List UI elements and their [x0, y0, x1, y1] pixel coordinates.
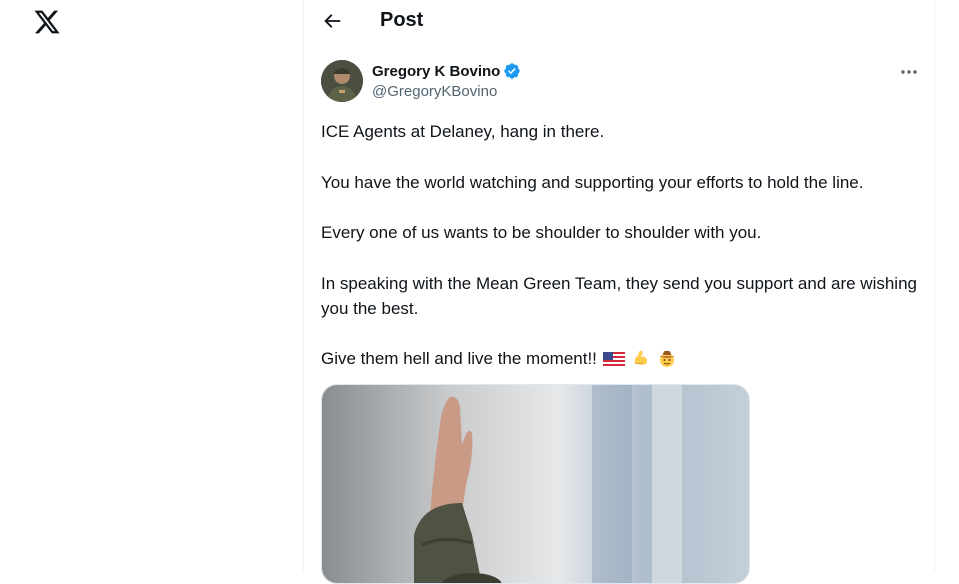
back-arrow-icon[interactable] — [321, 10, 343, 32]
tweet-last-paragraph: Give them hell and live the moment!! — [321, 346, 921, 371]
tweet-paragraph: Every one of us wants to be shoulder to … — [321, 223, 762, 242]
author-name-row: Gregory K Bovino — [372, 62, 521, 80]
tweet-paragraph: In speaking with the Mean Green Team, th… — [321, 273, 917, 318]
tweet-paragraph: Give them hell and live the moment!! — [321, 349, 597, 368]
tweet-paragraph: You have the world watching and supporti… — [321, 172, 864, 192]
page-title: Post — [380, 9, 424, 31]
author-handle[interactable]: @GregoryKBovino — [372, 83, 497, 100]
tweet-media-image[interactable] — [321, 384, 750, 584]
x-logo-icon[interactable] — [33, 8, 61, 36]
verified-badge-icon — [504, 63, 521, 79]
author-name[interactable]: Gregory K Bovino — [372, 63, 500, 80]
us-flag-icon — [602, 352, 625, 366]
flexed-biceps-icon — [634, 350, 647, 365]
post-column: Post Gregory K Bovino @GregoryKBovino IC… — [303, 0, 935, 584]
tweet-paragraph: ICE Agents at Delaney, hang in there. — [321, 122, 605, 141]
more-options-icon[interactable] — [898, 63, 920, 81]
post-header: Post — [304, 0, 934, 42]
avatar[interactable] — [321, 60, 363, 102]
cowboy-hat-face-icon — [658, 350, 675, 367]
tweet-text: ICE Agents at Delaney, hang in there. Yo… — [321, 119, 921, 397]
